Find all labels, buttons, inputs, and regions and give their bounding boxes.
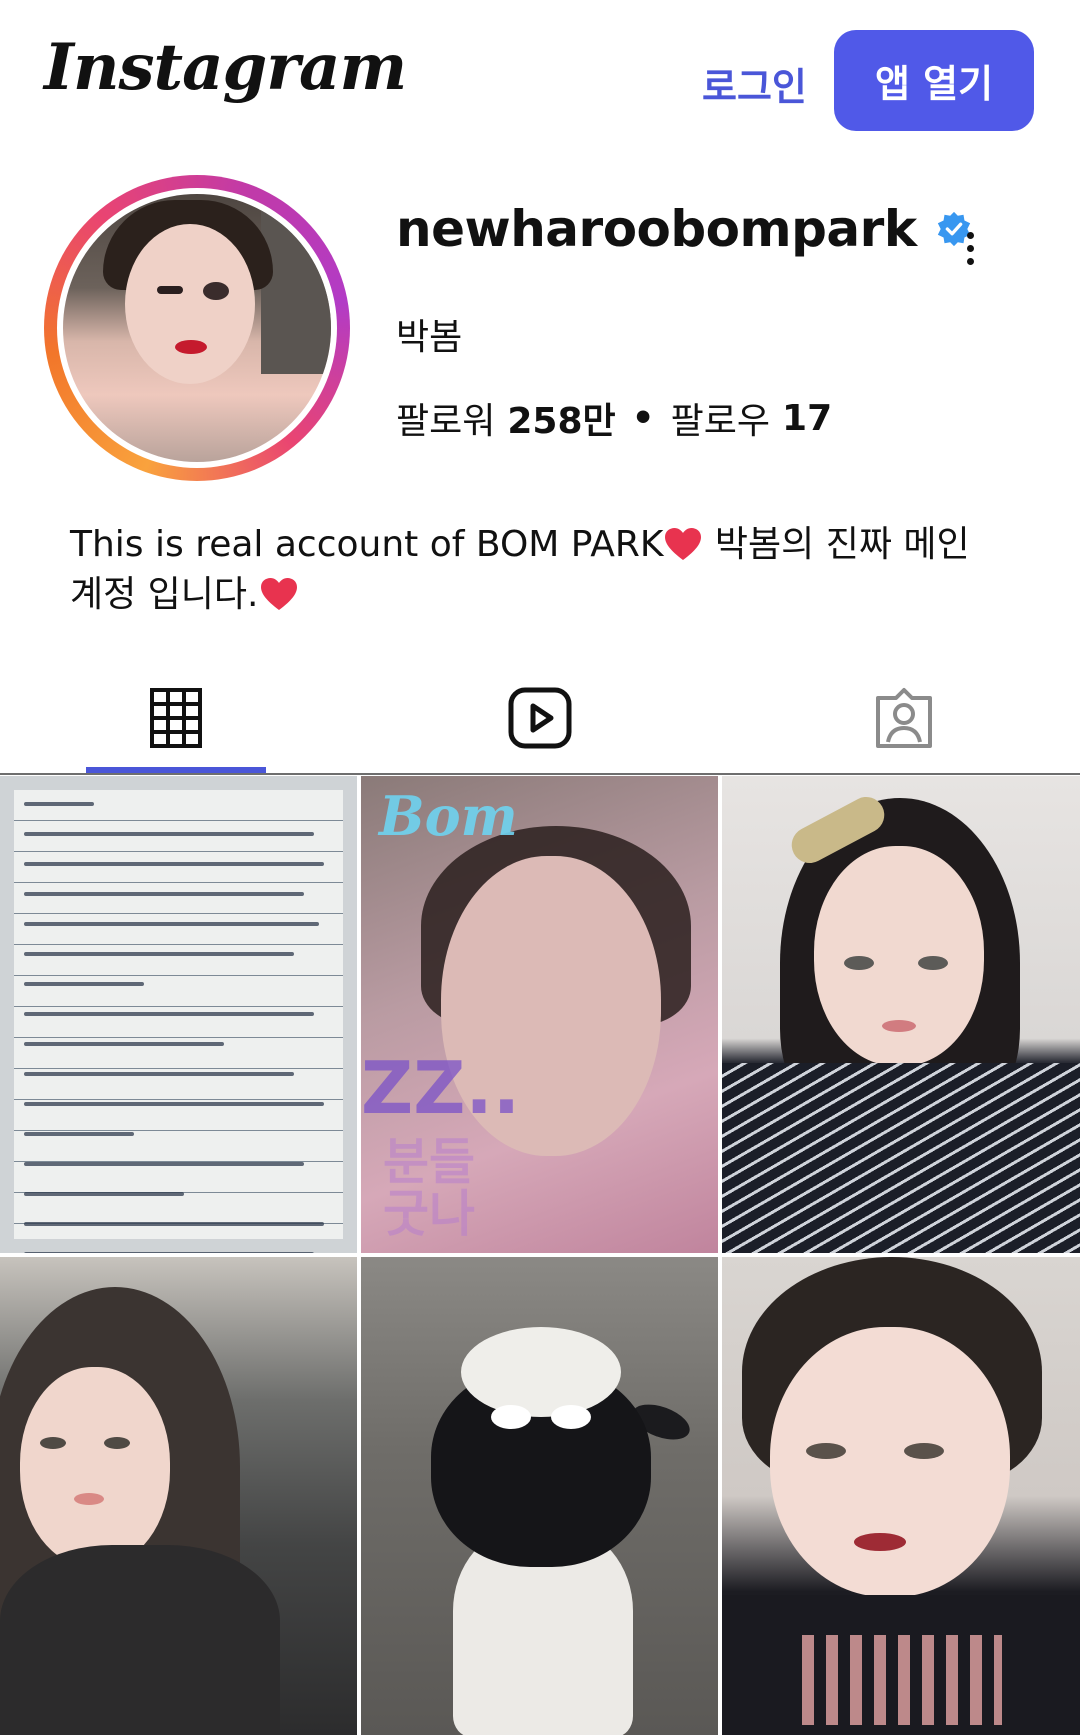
post-thumbnail-car-selfie[interactable] xyxy=(0,1257,357,1735)
follow-stats: 팔로워 258만 • 팔로우 17 xyxy=(396,392,832,444)
post-thumbnail-plush-sheep[interactable] xyxy=(361,1257,718,1735)
open-app-button[interactable]: 앱 열기 xyxy=(834,30,1034,131)
login-link[interactable]: 로그인 xyxy=(702,56,807,111)
tab-posts[interactable] xyxy=(86,660,266,775)
more-options-icon[interactable] xyxy=(960,232,980,272)
post-thumbnail-selfie[interactable] xyxy=(722,1257,1080,1735)
post-thumbnail-blurry-photo[interactable]: Bom ZZ.. 분들 굿나 xyxy=(361,776,718,1253)
bio-text-1-korean: 박봄의 진짜 메인 xyxy=(714,524,970,565)
overlay-text: 분들 굿나 xyxy=(383,1133,475,1243)
overlay-text: ZZ.. xyxy=(361,1046,521,1130)
separator-dot: • xyxy=(631,397,655,439)
tabs-divider xyxy=(0,773,1080,775)
following-label[interactable]: 팔로우 xyxy=(671,392,770,444)
username: newharoobompark xyxy=(396,200,917,258)
following-count[interactable]: 17 xyxy=(782,398,832,439)
followers-label[interactable]: 팔로워 xyxy=(396,392,495,444)
reels-icon xyxy=(508,687,572,748)
tab-tagged[interactable] xyxy=(814,660,994,775)
tab-reels[interactable] xyxy=(450,660,630,775)
bio-text-2: 계정 입니다. xyxy=(70,574,259,615)
heart-emoji-icon xyxy=(260,578,297,610)
profile-tabs xyxy=(0,660,1080,775)
profile-avatar[interactable] xyxy=(44,175,350,481)
posts-grid: Bom ZZ.. 분들 굿나 xyxy=(0,776,1080,1735)
overlay-text: Bom xyxy=(379,784,518,848)
handwritten-letter-image xyxy=(14,790,343,1253)
post-thumbnail-portrait[interactable] xyxy=(722,776,1080,1253)
bio-text-1: This is real account of BOM PARK xyxy=(70,524,664,565)
avatar-image xyxy=(63,194,331,462)
username-row: newharoobompark xyxy=(396,200,973,258)
full-name: 박봄 xyxy=(396,317,463,358)
heart-emoji-icon xyxy=(665,528,702,560)
instagram-profile-page: Instagram 로그인 앱 열기 newharoobompark 박봄 팔로… xyxy=(0,0,1080,1735)
grid-icon xyxy=(150,687,202,748)
instagram-logo[interactable]: Instagram xyxy=(44,30,407,105)
post-thumbnail-letter[interactable] xyxy=(0,776,357,1253)
followers-count[interactable]: 258만 xyxy=(507,392,615,444)
profile-bio: This is real account of BOM PARK 박봄의 진짜 … xyxy=(70,520,1030,620)
tagged-icon xyxy=(876,687,932,748)
